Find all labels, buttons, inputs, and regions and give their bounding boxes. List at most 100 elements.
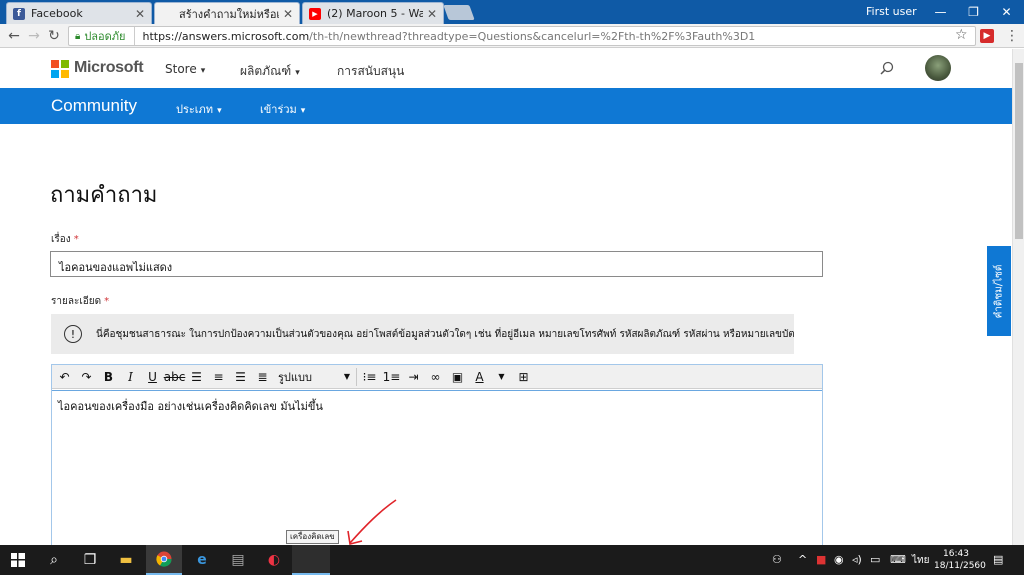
notice-text: นี่คือชุมชนสาธารณะ ในการปกป้องความเป็นส่… bbox=[96, 328, 794, 340]
close-window-icon[interactable]: ✕ bbox=[990, 0, 1023, 24]
close-icon[interactable]: ✕ bbox=[427, 7, 437, 21]
address-bar[interactable]: 🔒︎ ปลอดภัย https://answers.microsoft.com… bbox=[68, 26, 976, 46]
internet-explorer-icon[interactable]: e bbox=[184, 545, 220, 575]
extension-icon[interactable]: ▶ bbox=[980, 29, 994, 43]
caret-down-icon[interactable]: ▼ bbox=[491, 367, 512, 387]
bullet-list-icon[interactable]: ⁝≡ bbox=[359, 367, 380, 387]
nav-label: Store bbox=[165, 62, 197, 76]
microsoft-logo-icon[interactable] bbox=[51, 60, 69, 78]
file-explorer-icon[interactable]: ▬ bbox=[108, 545, 144, 575]
action-center-icon[interactable]: ▤ bbox=[993, 553, 1003, 566]
link-icon[interactable]: ∞ bbox=[425, 367, 446, 387]
required-mark: * bbox=[73, 234, 79, 245]
minimize-icon[interactable]: — bbox=[924, 0, 957, 24]
indent-icon[interactable]: ⇥ bbox=[403, 367, 424, 387]
italic-icon[interactable]: I bbox=[120, 367, 141, 387]
tray-app-icon[interactable]: ■ bbox=[816, 553, 826, 566]
search-icon[interactable] bbox=[880, 61, 894, 75]
restore-icon[interactable]: ❐ bbox=[957, 0, 990, 24]
table-icon[interactable]: ⊞ bbox=[513, 367, 534, 387]
nav-store[interactable]: Store ▾ bbox=[165, 62, 205, 76]
brand-name[interactable]: Microsoft bbox=[74, 59, 144, 77]
forward-icon[interactable]: → bbox=[25, 27, 43, 45]
back-icon[interactable]: ← bbox=[5, 27, 23, 45]
rich-text-editor: ↶ ↷ B I U abc ☰ ≡ ☰ ≣ รูปแบบ ▼ ⁝≡ 1≡ ⇥ ∞ … bbox=[51, 364, 823, 554]
tab-title: (2) Maroon 5 - Wait (Aud bbox=[327, 7, 423, 20]
chevron-down-icon: ▾ bbox=[200, 66, 206, 76]
nav-join[interactable]: เข้าร่วม ▾ bbox=[260, 100, 305, 118]
browser-tab-strip: f Facebook ✕ สร้างคำถามใหม่หรือเริ่มการส… bbox=[0, 0, 1024, 24]
underline-icon[interactable]: U bbox=[142, 367, 163, 387]
required-mark: * bbox=[104, 296, 110, 307]
tab-facebook[interactable]: f Facebook ✕ bbox=[6, 2, 152, 24]
tab-ask-question[interactable]: สร้างคำถามใหม่หรือเริ่มการส ✕ bbox=[154, 2, 300, 24]
numbered-list-icon[interactable]: 1≡ bbox=[381, 367, 402, 387]
tray-app-icon[interactable]: ◉ bbox=[834, 553, 844, 566]
feedback-tab[interactable]: คำติชม/ไซต์ bbox=[987, 246, 1011, 336]
taskbar-tooltip: เครื่องคิดเลข bbox=[286, 530, 339, 544]
url-path: /th-th/newthread?threadtype=Questions&ca… bbox=[309, 29, 756, 43]
keyboard-icon[interactable]: ⌨ bbox=[890, 553, 906, 566]
nav-category[interactable]: ประเภท ▾ bbox=[176, 100, 222, 118]
language-indicator[interactable]: ไทย bbox=[912, 553, 929, 568]
community-title[interactable]: Community bbox=[51, 96, 137, 116]
avatar[interactable] bbox=[925, 55, 951, 81]
page-title: ถามคำถาม bbox=[50, 183, 158, 208]
chrome-icon[interactable] bbox=[146, 545, 182, 575]
bold-icon[interactable]: B bbox=[98, 367, 119, 387]
windows-start-icon[interactable] bbox=[0, 545, 36, 575]
details-label: รายละเอียด * bbox=[51, 294, 109, 309]
clock-date: 18/11/2560 bbox=[934, 561, 986, 571]
chrome-menu-icon[interactable]: ⋮ bbox=[1005, 28, 1019, 44]
chevron-down-icon: ▾ bbox=[300, 106, 306, 116]
editor-body[interactable]: ไอคอนของเครื่องมือ อย่างเช่นเครื่องคิดคิ… bbox=[52, 390, 822, 555]
format-dropdown[interactable]: รูปแบบ ▼ bbox=[274, 368, 354, 386]
community-bar: Community ประเภท ▾ เข้าร่วม ▾ bbox=[0, 88, 1012, 124]
nav-products[interactable]: ผลิตภัณฑ์ ▾ bbox=[240, 62, 300, 81]
volume-icon[interactable]: ◃) bbox=[852, 553, 862, 566]
toolbar-divider bbox=[356, 367, 357, 386]
url-host: https://answers.microsoft.com bbox=[142, 29, 310, 43]
text-color-icon[interactable]: A bbox=[469, 367, 490, 387]
reload-icon[interactable]: ↻ bbox=[45, 27, 63, 45]
app-icon[interactable]: ▤ bbox=[220, 545, 256, 575]
align-left-icon[interactable]: ☰ bbox=[186, 367, 207, 387]
new-tab-button[interactable] bbox=[443, 5, 475, 20]
chevron-up-icon[interactable]: ^ bbox=[798, 553, 807, 566]
align-center-icon[interactable]: ≡ bbox=[208, 367, 229, 387]
tab-title: สร้างคำถามใหม่หรือเริ่มการส bbox=[179, 7, 279, 21]
network-icon[interactable]: ▭ bbox=[870, 553, 880, 566]
scrollbar-thumb[interactable] bbox=[1015, 63, 1023, 239]
redo-icon[interactable]: ↷ bbox=[76, 367, 97, 387]
nav-label: ผลิตภัณฑ์ bbox=[240, 64, 292, 78]
page-scrollbar[interactable] bbox=[1012, 49, 1024, 545]
privacy-notice: ! นี่คือชุมชนสาธารณะ ในการปกป้องความเป็น… bbox=[51, 314, 794, 354]
microsoft-icon bbox=[161, 8, 173, 20]
editor-content: ไอคอนของเครื่องมือ อย่างเช่นเครื่องคิดคิ… bbox=[58, 400, 323, 413]
chevron-down-icon: ▾ bbox=[217, 106, 222, 116]
image-icon[interactable]: ▣ bbox=[447, 367, 468, 387]
align-right-icon[interactable]: ☰ bbox=[230, 367, 251, 387]
profile-name[interactable]: First user bbox=[866, 5, 917, 18]
clock-time: 16:43 bbox=[943, 549, 969, 559]
tab-youtube[interactable]: ▶ (2) Maroon 5 - Wait (Aud ✕ bbox=[302, 2, 444, 24]
nav-support[interactable]: การสนับสนุน bbox=[337, 62, 404, 81]
undo-icon[interactable]: ↶ bbox=[54, 367, 75, 387]
app-icon[interactable]: ◐ bbox=[256, 545, 292, 575]
clock[interactable]: 16:43 18/11/2560 bbox=[934, 548, 986, 572]
youtube-icon: ▶ bbox=[309, 7, 321, 20]
people-icon[interactable]: ⚇ bbox=[772, 553, 782, 566]
subject-input[interactable]: ไอคอนของแอพไม่แสดง bbox=[50, 251, 823, 277]
close-icon[interactable]: ✕ bbox=[283, 7, 293, 21]
search-icon[interactable]: ⌕ bbox=[36, 545, 72, 575]
calculator-icon[interactable] bbox=[292, 545, 330, 575]
strikethrough-icon[interactable]: abc bbox=[164, 367, 186, 387]
justify-icon[interactable]: ≣ bbox=[252, 367, 273, 387]
task-view-icon[interactable]: ❐ bbox=[72, 545, 108, 575]
bookmark-star-icon[interactable]: ☆ bbox=[955, 27, 968, 43]
tab-title: Facebook bbox=[31, 7, 83, 20]
facebook-icon: f bbox=[13, 7, 25, 20]
windows-taskbar: ⌕ ❐ ▬ e ▤ ◐ ⚇ ^ ■ ◉ ◃) ▭ ⌨ ไทย 16:43 18/… bbox=[0, 545, 1024, 575]
browser-toolbar: ← → ↻ 🔒︎ ปลอดภัย https://answers.microso… bbox=[0, 24, 1024, 48]
close-icon[interactable]: ✕ bbox=[135, 7, 145, 21]
